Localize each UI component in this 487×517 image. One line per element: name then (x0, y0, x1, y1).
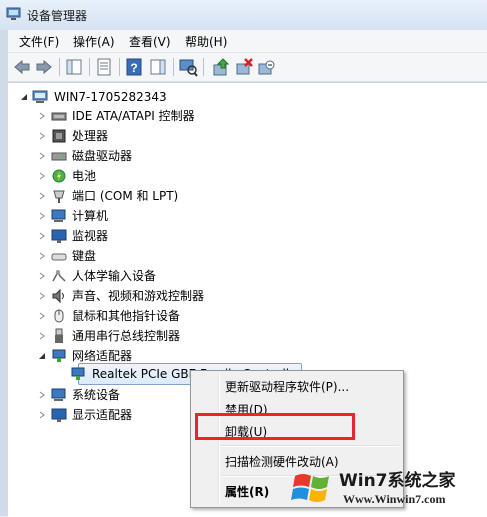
expand-arrow-icon[interactable] (38, 132, 46, 140)
expand-arrow-icon[interactable] (38, 312, 46, 320)
properties-icon[interactable] (94, 57, 114, 77)
keyboard-icon (51, 253, 67, 261)
toolbar-separator (203, 58, 204, 76)
windows-logo-icon (291, 474, 329, 502)
context-menu-separator (221, 445, 399, 447)
watermark-title: Win7系统之家 (339, 471, 456, 491)
menu-update-driver[interactable]: 更新驱动程序软件(P)... (225, 378, 349, 395)
collapse-arrow-icon[interactable] (20, 93, 28, 101)
uninstall-highlight-box (195, 413, 355, 440)
watermark-url: Www.Winwin7.com (343, 492, 446, 506)
svg-text:?: ? (130, 61, 137, 75)
expand-arrow-icon[interactable] (38, 172, 46, 180)
forward-arrow-icon[interactable] (34, 57, 54, 77)
monitor-icon (51, 229, 67, 243)
battery-icon (52, 169, 66, 183)
category-label: 电池 (72, 169, 97, 183)
processor-icon (52, 129, 66, 143)
computer-name: WIN7-1705282343 (54, 90, 167, 104)
action-pane-icon[interactable] (148, 57, 168, 77)
category-label: 人体学输入设备 (72, 269, 157, 283)
expand-arrow-icon[interactable] (38, 192, 46, 200)
usb-icon (55, 328, 63, 343)
category-label: 监视器 (72, 229, 109, 243)
title-bar: 设备管理器 (0, 0, 487, 30)
category-label: 键盘 (72, 249, 97, 263)
computer-icon (51, 209, 66, 222)
port-icon (53, 190, 65, 203)
category-label: 显示适配器 (72, 408, 133, 422)
expand-arrow-icon[interactable] (38, 272, 46, 280)
mouse-icon (54, 309, 64, 323)
expand-arrow-icon[interactable] (38, 332, 46, 340)
expand-arrow-icon[interactable] (38, 232, 46, 240)
category-label: 磁盘驱动器 (72, 149, 133, 163)
category-label: 端口 (COM 和 LPT) (72, 189, 179, 203)
menu-action[interactable]: 操作(A) (70, 33, 118, 50)
menu-bar: 文件(F) 操作(A) 查看(V) 帮助(H) (8, 30, 487, 53)
category-label: 系统设备 (72, 388, 121, 402)
window-title: 设备管理器 (27, 9, 88, 23)
menu-help[interactable]: 帮助(H) (182, 33, 230, 50)
computer-icon (32, 90, 48, 103)
console-tree-icon[interactable] (64, 57, 84, 77)
expand-arrow-icon[interactable] (38, 391, 46, 399)
network-adapter-icon (52, 349, 66, 362)
disable-device-icon[interactable] (234, 57, 254, 77)
category-label: IDE ATA/ATAPI 控制器 (72, 109, 195, 123)
category-label: 鼠标和其他指针设备 (72, 309, 181, 323)
menu-view[interactable]: 查看(V) (126, 33, 174, 50)
collapse-arrow-icon[interactable] (38, 352, 46, 360)
expand-arrow-icon[interactable] (38, 112, 46, 120)
toolbar-separator (119, 58, 120, 76)
computer-scan-icon[interactable] (178, 57, 198, 77)
help-icon[interactable]: ? (124, 57, 144, 77)
expand-arrow-icon[interactable] (38, 152, 46, 160)
device-manager-window: 设备管理器 文件(F) 操作(A) 查看(V) 帮助(H) ? WIN7-170… (0, 0, 487, 517)
human-interface-icon (52, 270, 66, 282)
expand-arrow-icon[interactable] (38, 212, 46, 220)
category-label: 计算机 (72, 209, 109, 223)
update-driver-icon[interactable] (211, 57, 231, 77)
category-label: 声音、视频和游戏控制器 (72, 289, 205, 303)
toolbar-separator (173, 58, 174, 76)
ide-controller-icon (51, 112, 67, 121)
network-adapter-icon (71, 367, 85, 380)
category-label: 处理器 (72, 129, 109, 143)
back-arrow-icon[interactable] (12, 57, 32, 77)
expand-arrow-icon[interactable] (38, 411, 46, 419)
category-label: 通用串行总线控制器 (72, 329, 181, 343)
expand-arrow-icon[interactable] (38, 252, 46, 260)
device-manager-icon (6, 7, 21, 20)
uninstall-device-icon[interactable] (256, 57, 276, 77)
toolbar: ? (8, 53, 487, 82)
disk-drive-icon (51, 152, 67, 161)
system-device-icon (51, 388, 66, 401)
toolbar-separator (59, 58, 60, 76)
expand-arrow-icon[interactable] (38, 292, 46, 300)
watermark: Win7系统之家 Www.Winwin7.com (287, 462, 485, 514)
toolbar-separator (89, 58, 90, 76)
menu-file[interactable]: 文件(F) (16, 33, 62, 50)
menu-properties[interactable]: 属性(R) (225, 483, 269, 500)
display-adapter-icon (51, 408, 67, 422)
speaker-icon (52, 288, 64, 304)
